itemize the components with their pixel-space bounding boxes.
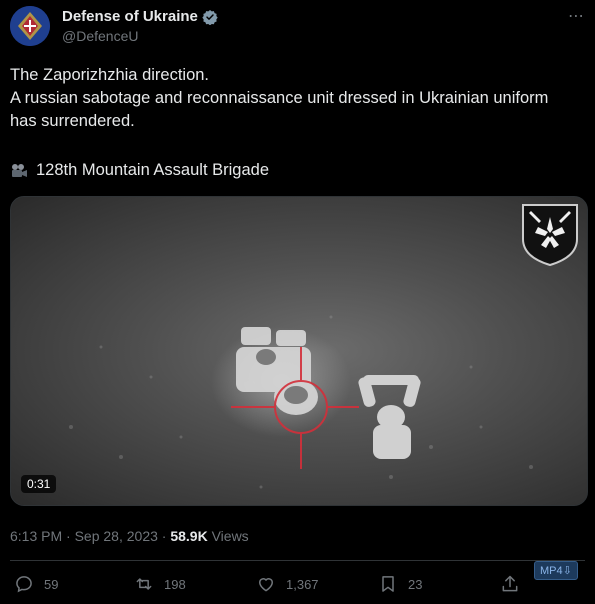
meta-separator: ·: [66, 528, 71, 544]
tweet-time[interactable]: 6:13 PM: [10, 528, 62, 544]
avatar[interactable]: [10, 6, 50, 46]
tweet-line: A russian sabotage and reconnaissance un…: [10, 89, 549, 107]
heart-icon: [258, 578, 274, 592]
meta-separator: ·: [161, 528, 167, 544]
bookmark-button[interactable]: 23: [378, 574, 422, 594]
bookmark-count: 23: [408, 576, 423, 592]
reply-count: 59: [44, 576, 59, 592]
video-player[interactable]: 0:31: [10, 196, 588, 506]
thermal-video-frame: [69, 315, 533, 489]
retweet-icon: [136, 578, 152, 590]
ukraine-defense-emblem-icon: [10, 6, 50, 46]
like-count: 1,367: [286, 576, 319, 592]
views-label: Views: [211, 528, 249, 544]
verified-badge-icon: [202, 9, 218, 25]
reply-button[interactable]: 59: [14, 574, 58, 594]
views-count: 58.9K: [170, 528, 208, 544]
brigade-insignia-icon: [522, 204, 578, 267]
brigade-line: 128th Mountain Assault Brigade: [10, 161, 269, 180]
video-duration: 0:31: [21, 475, 57, 493]
user-handle[interactable]: @DefenceU: [62, 28, 138, 44]
movie-camera-icon: [12, 163, 27, 177]
more-options-icon[interactable]: ⋯: [568, 6, 585, 26]
retweet-count: 198: [164, 576, 186, 592]
like-button[interactable]: 1,367: [256, 574, 319, 594]
divider: [10, 560, 585, 561]
tweet-meta: 6:13 PM · Sep 28, 2023 · 58.9K Views: [10, 528, 249, 544]
bookmark-icon: [382, 576, 394, 592]
tweet-line: The Zaporizhzhia direction.: [10, 66, 210, 84]
brigade-name: 128th Mountain Assault Brigade: [36, 161, 269, 179]
tweet-date[interactable]: Sep 28, 2023: [75, 528, 158, 544]
display-name[interactable]: Defense of Ukraine: [62, 8, 198, 25]
tweet-header: Defense of Ukraine @DefenceU ⋯: [10, 6, 585, 46]
retweet-button[interactable]: 198: [134, 574, 186, 594]
tweet-line: has surrendered.: [10, 112, 135, 130]
reply-icon: [16, 576, 32, 593]
share-icon[interactable]: [500, 574, 520, 594]
name-row: Defense of Ukraine: [62, 8, 218, 25]
tweet-text: The Zaporizhzhia direction. A russian sa…: [10, 64, 585, 133]
